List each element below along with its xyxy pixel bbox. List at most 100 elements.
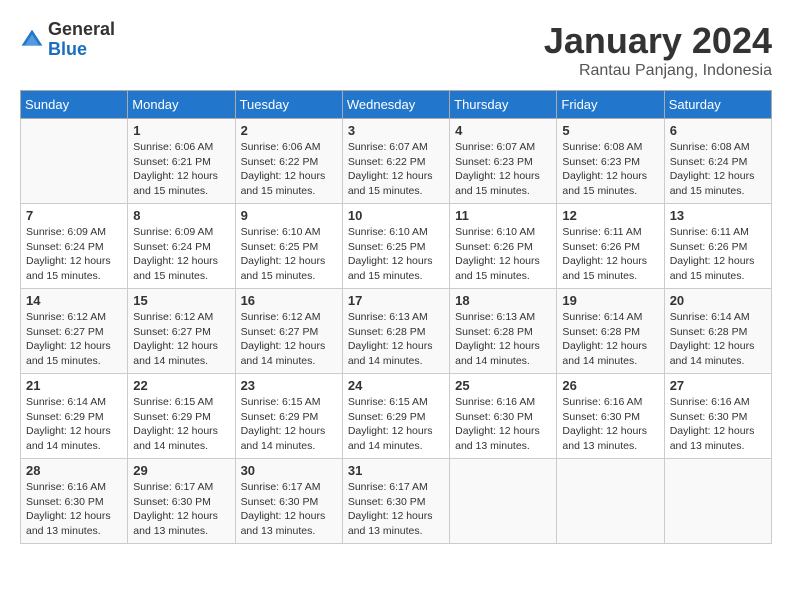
day-number: 27 bbox=[670, 378, 766, 393]
calendar-cell: 26 Sunrise: 6:16 AMSunset: 6:30 PMDaylig… bbox=[557, 374, 664, 459]
day-number: 24 bbox=[348, 378, 444, 393]
day-number: 8 bbox=[133, 208, 229, 223]
cell-content: Sunrise: 6:12 AMSunset: 6:27 PMDaylight:… bbox=[241, 310, 337, 369]
cell-content: Sunrise: 6:10 AMSunset: 6:26 PMDaylight:… bbox=[455, 225, 551, 284]
calendar-cell: 23 Sunrise: 6:15 AMSunset: 6:29 PMDaylig… bbox=[235, 374, 342, 459]
calendar-cell: 6 Sunrise: 6:08 AMSunset: 6:24 PMDayligh… bbox=[664, 119, 771, 204]
month-title: January 2024 bbox=[544, 20, 772, 62]
cell-content: Sunrise: 6:17 AMSunset: 6:30 PMDaylight:… bbox=[133, 480, 229, 539]
day-number: 12 bbox=[562, 208, 658, 223]
weekday-header-saturday: Saturday bbox=[664, 91, 771, 119]
cell-content: Sunrise: 6:06 AMSunset: 6:22 PMDaylight:… bbox=[241, 140, 337, 199]
weekday-header-thursday: Thursday bbox=[450, 91, 557, 119]
cell-content: Sunrise: 6:07 AMSunset: 6:22 PMDaylight:… bbox=[348, 140, 444, 199]
cell-content: Sunrise: 6:15 AMSunset: 6:29 PMDaylight:… bbox=[348, 395, 444, 454]
calendar-cell bbox=[664, 459, 771, 544]
day-number: 22 bbox=[133, 378, 229, 393]
day-number: 31 bbox=[348, 463, 444, 478]
cell-content: Sunrise: 6:10 AMSunset: 6:25 PMDaylight:… bbox=[241, 225, 337, 284]
calendar-cell: 31 Sunrise: 6:17 AMSunset: 6:30 PMDaylig… bbox=[342, 459, 449, 544]
day-number: 30 bbox=[241, 463, 337, 478]
day-number: 15 bbox=[133, 293, 229, 308]
day-number: 10 bbox=[348, 208, 444, 223]
day-number: 1 bbox=[133, 123, 229, 138]
calendar-cell: 7 Sunrise: 6:09 AMSunset: 6:24 PMDayligh… bbox=[21, 204, 128, 289]
cell-content: Sunrise: 6:17 AMSunset: 6:30 PMDaylight:… bbox=[241, 480, 337, 539]
day-number: 19 bbox=[562, 293, 658, 308]
cell-content: Sunrise: 6:14 AMSunset: 6:29 PMDaylight:… bbox=[26, 395, 122, 454]
calendar-cell: 21 Sunrise: 6:14 AMSunset: 6:29 PMDaylig… bbox=[21, 374, 128, 459]
calendar-week-row: 1 Sunrise: 6:06 AMSunset: 6:21 PMDayligh… bbox=[21, 119, 772, 204]
cell-content: Sunrise: 6:08 AMSunset: 6:23 PMDaylight:… bbox=[562, 140, 658, 199]
calendar-cell bbox=[450, 459, 557, 544]
day-number: 26 bbox=[562, 378, 658, 393]
day-number: 25 bbox=[455, 378, 551, 393]
calendar-week-row: 28 Sunrise: 6:16 AMSunset: 6:30 PMDaylig… bbox=[21, 459, 772, 544]
calendar-cell: 30 Sunrise: 6:17 AMSunset: 6:30 PMDaylig… bbox=[235, 459, 342, 544]
day-number: 11 bbox=[455, 208, 551, 223]
calendar-cell bbox=[21, 119, 128, 204]
calendar-week-row: 7 Sunrise: 6:09 AMSunset: 6:24 PMDayligh… bbox=[21, 204, 772, 289]
calendar-cell: 12 Sunrise: 6:11 AMSunset: 6:26 PMDaylig… bbox=[557, 204, 664, 289]
general-blue-icon bbox=[20, 28, 44, 52]
calendar-cell: 14 Sunrise: 6:12 AMSunset: 6:27 PMDaylig… bbox=[21, 289, 128, 374]
logo-text: General Blue bbox=[48, 20, 115, 60]
title-area: January 2024 Rantau Panjang, Indonesia bbox=[544, 20, 772, 80]
cell-content: Sunrise: 6:14 AMSunset: 6:28 PMDaylight:… bbox=[562, 310, 658, 369]
day-number: 7 bbox=[26, 208, 122, 223]
weekday-header-tuesday: Tuesday bbox=[235, 91, 342, 119]
calendar-cell: 5 Sunrise: 6:08 AMSunset: 6:23 PMDayligh… bbox=[557, 119, 664, 204]
calendar-cell: 22 Sunrise: 6:15 AMSunset: 6:29 PMDaylig… bbox=[128, 374, 235, 459]
day-number: 4 bbox=[455, 123, 551, 138]
day-number: 18 bbox=[455, 293, 551, 308]
cell-content: Sunrise: 6:15 AMSunset: 6:29 PMDaylight:… bbox=[241, 395, 337, 454]
calendar-cell: 29 Sunrise: 6:17 AMSunset: 6:30 PMDaylig… bbox=[128, 459, 235, 544]
day-number: 28 bbox=[26, 463, 122, 478]
location: Rantau Panjang, Indonesia bbox=[544, 62, 772, 80]
calendar-cell: 11 Sunrise: 6:10 AMSunset: 6:26 PMDaylig… bbox=[450, 204, 557, 289]
cell-content: Sunrise: 6:06 AMSunset: 6:21 PMDaylight:… bbox=[133, 140, 229, 199]
day-number: 21 bbox=[26, 378, 122, 393]
day-number: 3 bbox=[348, 123, 444, 138]
weekday-header-sunday: Sunday bbox=[21, 91, 128, 119]
weekday-header-row: SundayMondayTuesdayWednesdayThursdayFrid… bbox=[21, 91, 772, 119]
calendar-cell: 16 Sunrise: 6:12 AMSunset: 6:27 PMDaylig… bbox=[235, 289, 342, 374]
calendar-cell: 8 Sunrise: 6:09 AMSunset: 6:24 PMDayligh… bbox=[128, 204, 235, 289]
cell-content: Sunrise: 6:09 AMSunset: 6:24 PMDaylight:… bbox=[133, 225, 229, 284]
cell-content: Sunrise: 6:11 AMSunset: 6:26 PMDaylight:… bbox=[562, 225, 658, 284]
weekday-header-wednesday: Wednesday bbox=[342, 91, 449, 119]
cell-content: Sunrise: 6:10 AMSunset: 6:25 PMDaylight:… bbox=[348, 225, 444, 284]
calendar-cell: 17 Sunrise: 6:13 AMSunset: 6:28 PMDaylig… bbox=[342, 289, 449, 374]
calendar-cell: 24 Sunrise: 6:15 AMSunset: 6:29 PMDaylig… bbox=[342, 374, 449, 459]
page-header: General Blue January 2024 Rantau Panjang… bbox=[20, 20, 772, 80]
calendar-cell: 4 Sunrise: 6:07 AMSunset: 6:23 PMDayligh… bbox=[450, 119, 557, 204]
cell-content: Sunrise: 6:13 AMSunset: 6:28 PMDaylight:… bbox=[348, 310, 444, 369]
cell-content: Sunrise: 6:16 AMSunset: 6:30 PMDaylight:… bbox=[455, 395, 551, 454]
day-number: 17 bbox=[348, 293, 444, 308]
calendar-cell: 15 Sunrise: 6:12 AMSunset: 6:27 PMDaylig… bbox=[128, 289, 235, 374]
cell-content: Sunrise: 6:15 AMSunset: 6:29 PMDaylight:… bbox=[133, 395, 229, 454]
day-number: 6 bbox=[670, 123, 766, 138]
day-number: 5 bbox=[562, 123, 658, 138]
day-number: 9 bbox=[241, 208, 337, 223]
calendar-week-row: 21 Sunrise: 6:14 AMSunset: 6:29 PMDaylig… bbox=[21, 374, 772, 459]
logo: General Blue bbox=[20, 20, 115, 60]
cell-content: Sunrise: 6:17 AMSunset: 6:30 PMDaylight:… bbox=[348, 480, 444, 539]
cell-content: Sunrise: 6:07 AMSunset: 6:23 PMDaylight:… bbox=[455, 140, 551, 199]
day-number: 16 bbox=[241, 293, 337, 308]
calendar-cell: 28 Sunrise: 6:16 AMSunset: 6:30 PMDaylig… bbox=[21, 459, 128, 544]
cell-content: Sunrise: 6:14 AMSunset: 6:28 PMDaylight:… bbox=[670, 310, 766, 369]
cell-content: Sunrise: 6:08 AMSunset: 6:24 PMDaylight:… bbox=[670, 140, 766, 199]
calendar-table: SundayMondayTuesdayWednesdayThursdayFrid… bbox=[20, 90, 772, 544]
cell-content: Sunrise: 6:11 AMSunset: 6:26 PMDaylight:… bbox=[670, 225, 766, 284]
cell-content: Sunrise: 6:16 AMSunset: 6:30 PMDaylight:… bbox=[562, 395, 658, 454]
calendar-cell bbox=[557, 459, 664, 544]
day-number: 13 bbox=[670, 208, 766, 223]
day-number: 20 bbox=[670, 293, 766, 308]
day-number: 2 bbox=[241, 123, 337, 138]
day-number: 14 bbox=[26, 293, 122, 308]
calendar-cell: 19 Sunrise: 6:14 AMSunset: 6:28 PMDaylig… bbox=[557, 289, 664, 374]
calendar-cell: 18 Sunrise: 6:13 AMSunset: 6:28 PMDaylig… bbox=[450, 289, 557, 374]
weekday-header-monday: Monday bbox=[128, 91, 235, 119]
cell-content: Sunrise: 6:12 AMSunset: 6:27 PMDaylight:… bbox=[26, 310, 122, 369]
